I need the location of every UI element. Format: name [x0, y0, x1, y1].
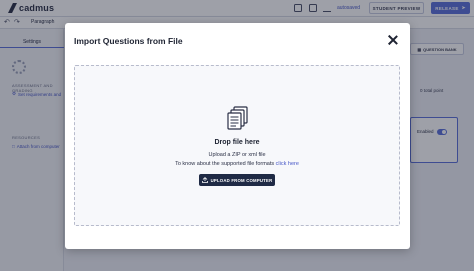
format-info: To know about the supported file formats… [75, 161, 399, 167]
close-icon[interactable] [387, 34, 399, 46]
drop-title: Drop file here [214, 139, 260, 146]
upload-button-label: UPLOAD FROM COMPUTER [210, 177, 273, 183]
formats-link[interactable]: click here [276, 161, 299, 167]
dialog-title: Import Questions from File [74, 36, 183, 46]
documents-icon [227, 106, 248, 130]
file-dropzone[interactable]: Drop file here Upload a ZIP or xml file … [74, 65, 400, 226]
drop-subtitle: Upload a ZIP or xml file [208, 152, 266, 158]
format-info-text: To know about the supported file formats [175, 161, 275, 167]
upload-icon [201, 177, 208, 183]
upload-from-computer-button[interactable]: UPLOAD FROM COMPUTER [199, 174, 275, 186]
import-questions-dialog: Import Questions from File Drop file her… [65, 23, 410, 249]
